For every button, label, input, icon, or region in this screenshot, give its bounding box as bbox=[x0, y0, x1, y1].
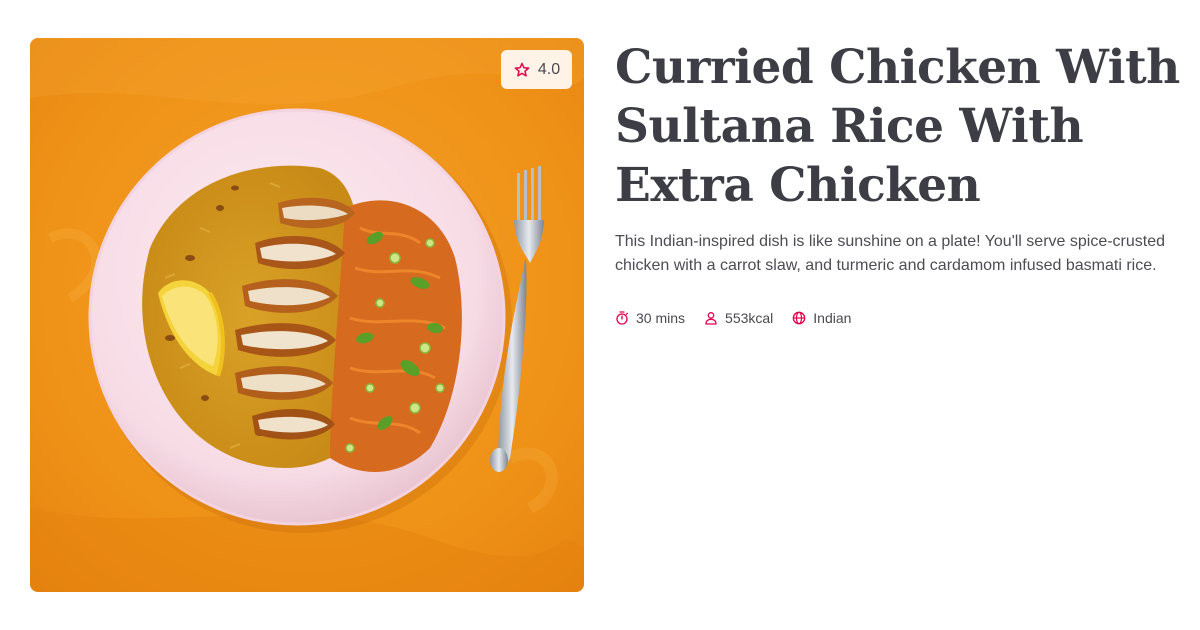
rating-value: 4.0 bbox=[537, 60, 561, 78]
recipe-card: 4.0 Curried Chicken With Sultana Rice Wi… bbox=[0, 0, 1200, 630]
meta-time: 30 mins bbox=[614, 308, 685, 328]
star-icon bbox=[514, 62, 530, 77]
meta-time-label: 30 mins bbox=[636, 310, 686, 326]
rating-badge[interactable]: 4.0 bbox=[501, 50, 572, 89]
globe-icon bbox=[792, 311, 806, 325]
meta-calories: 553kcal bbox=[703, 308, 773, 328]
recipe-image[interactable] bbox=[30, 38, 584, 592]
recipe-photo bbox=[30, 38, 584, 592]
person-icon bbox=[705, 312, 717, 325]
timer-icon bbox=[616, 311, 628, 325]
recipe-title: Curried Chicken With Sultana Rice With E… bbox=[615, 40, 1180, 213]
meta-calories-label: 553kcal bbox=[725, 310, 774, 326]
meta-cuisine: Indian bbox=[791, 308, 851, 328]
recipe-meta: 30 mins 553kcal Indian bbox=[614, 308, 851, 328]
meta-cuisine-label: Indian bbox=[813, 310, 852, 326]
recipe-description: This Indian-inspired dish is like sunshi… bbox=[615, 233, 1166, 274]
